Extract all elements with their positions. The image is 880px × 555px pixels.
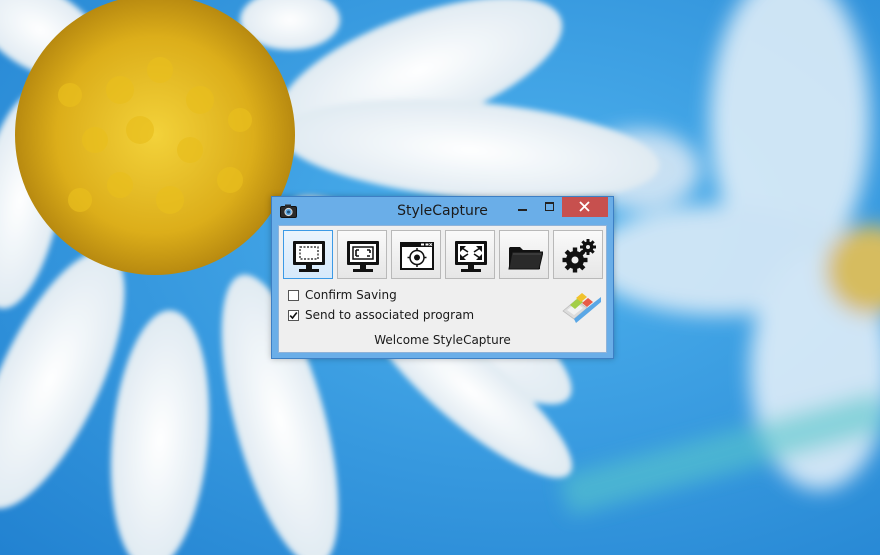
confirm-saving-label: Confirm Saving (305, 288, 397, 302)
capture-toolbar (283, 230, 605, 280)
stylecapture-window: StyleCapture Confirm Saving Send to asso… (271, 196, 614, 359)
status-text: Welcome StyleCapture (374, 333, 511, 347)
settings-button[interactable] (553, 230, 603, 279)
capture-region-icon (293, 241, 325, 272)
title-bar[interactable]: StyleCapture (272, 197, 613, 225)
close-button[interactable] (562, 197, 608, 217)
maximize-button[interactable] (536, 197, 562, 217)
capture-expand-icon (455, 241, 487, 272)
minimize-icon (518, 209, 527, 211)
settings-gears-icon (562, 239, 596, 273)
capture-fullscreen-button[interactable] (337, 230, 387, 279)
capture-fullscreen-icon (347, 241, 379, 272)
maximize-icon (545, 202, 554, 211)
confirm-saving-checkbox[interactable] (288, 290, 299, 301)
send-to-program-label: Send to associated program (305, 308, 475, 322)
close-icon (579, 201, 590, 212)
stylecapture-logo-icon (562, 293, 601, 323)
capture-window-icon (400, 242, 434, 270)
open-folder-button[interactable] (499, 230, 549, 279)
capture-region-button[interactable] (283, 230, 333, 279)
send-to-program-checkbox[interactable] (288, 310, 299, 321)
checkmark-icon (289, 312, 298, 320)
minimize-button[interactable] (510, 197, 536, 217)
open-folder-icon (508, 247, 543, 270)
capture-window-button[interactable] (391, 230, 441, 279)
capture-expand-button[interactable] (445, 230, 495, 279)
client-area: Confirm Saving Send to associated progra… (278, 225, 607, 353)
